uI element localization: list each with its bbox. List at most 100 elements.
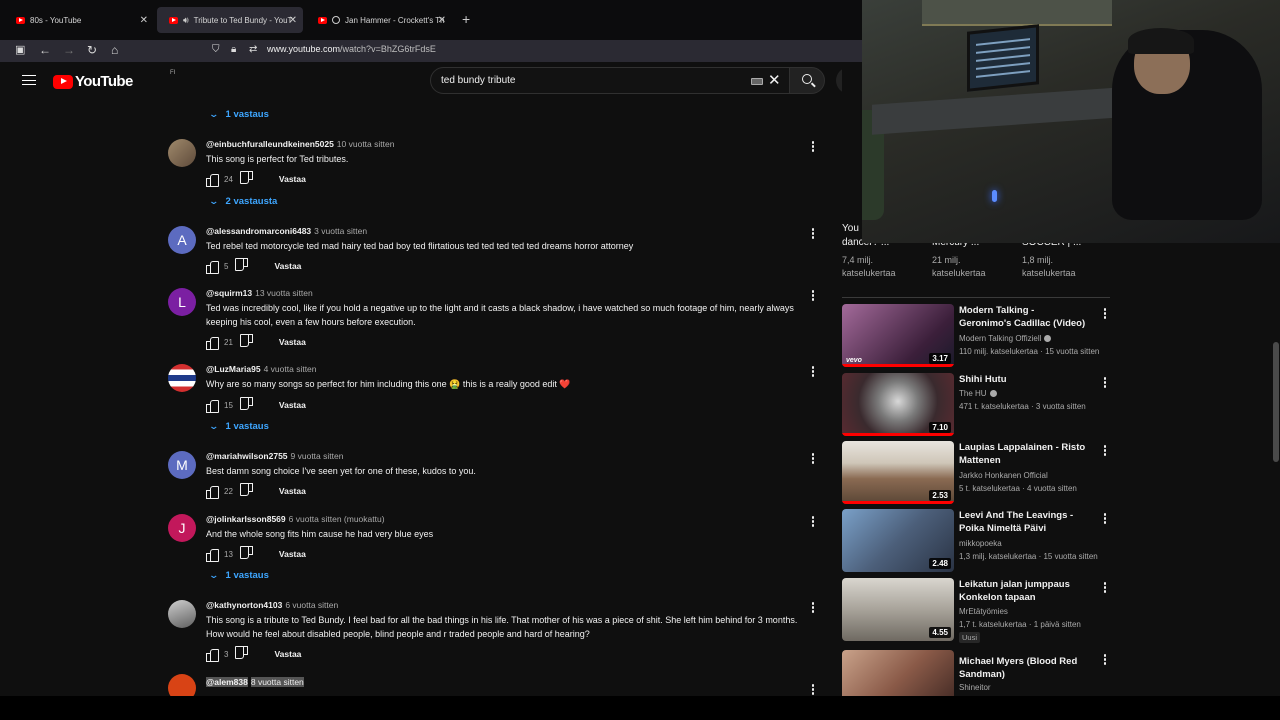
video-thumbnail[interactable]: vevo 3.17: [842, 304, 954, 367]
more-options-icon[interactable]: [808, 290, 818, 304]
avatar[interactable]: J: [168, 514, 196, 542]
more-options-icon[interactable]: [1100, 582, 1110, 596]
like-icon[interactable]: [206, 485, 219, 499]
like-icon[interactable]: [206, 399, 219, 413]
like-icon[interactable]: [206, 173, 219, 187]
more-options-icon[interactable]: [808, 684, 818, 696]
dislike-icon[interactable]: [241, 173, 253, 185]
video-title[interactable]: Leikatun jalan jumppaus Konkelon tapaan: [959, 578, 1087, 604]
more-options-icon[interactable]: [808, 228, 818, 242]
channel-name[interactable]: MrEtätyömies: [959, 607, 1008, 616]
like-icon[interactable]: [206, 648, 219, 662]
avatar[interactable]: [168, 139, 196, 167]
comment-time[interactable]: 4 vuotta sitten: [264, 364, 317, 374]
like-icon[interactable]: [206, 336, 219, 350]
reply-button[interactable]: Vastaa: [274, 649, 301, 659]
shield-icon[interactable]: ⛉: [212, 43, 220, 57]
dislike-icon[interactable]: [236, 648, 248, 660]
dislike-icon[interactable]: [241, 548, 253, 560]
forward-icon[interactable]: →: [63, 43, 75, 57]
more-options-icon[interactable]: [808, 602, 818, 616]
more-options-icon[interactable]: [808, 141, 818, 155]
reply-button[interactable]: Vastaa: [279, 549, 306, 559]
speaker-icon[interactable]: 🔊︎: [183, 15, 189, 26]
dislike-icon[interactable]: [241, 336, 253, 348]
youtube-logo[interactable]: YouTube FI: [53, 70, 175, 90]
comment-time[interactable]: 6 vuotta sitten (muokattu): [289, 514, 385, 524]
close-tab-icon[interactable]: ✕: [289, 15, 297, 26]
more-options-icon[interactable]: [1100, 513, 1110, 527]
dislike-icon[interactable]: [241, 485, 253, 497]
comment-author[interactable]: @squirm13: [206, 288, 252, 298]
video-title[interactable]: Modern Talking - Geronimo's Cadillac (Vi…: [959, 304, 1087, 330]
avatar[interactable]: [168, 674, 196, 696]
video-title[interactable]: Michael Myers (Blood Red Sandman): [959, 655, 1087, 681]
clear-search-icon[interactable]: ✕: [768, 71, 781, 89]
url-bar[interactable]: www.youtube.com/watch?v=BhZG6trFdsE: [267, 44, 436, 54]
recommended-video[interactable]: Michael Myers (Blood Red Sandman) Shinei…: [842, 650, 1112, 696]
video-title[interactable]: Laupias Lappalainen - Risto Mattenen: [959, 441, 1087, 467]
more-options-icon[interactable]: [808, 366, 818, 380]
new-tab-icon[interactable]: +: [462, 12, 470, 26]
comment-time[interactable]: 13 vuotta sitten: [255, 288, 313, 298]
video-thumbnail[interactable]: 4.55: [842, 578, 954, 641]
video-thumbnail[interactable]: 2.53: [842, 441, 954, 504]
comment-author[interactable]: @alem838: [206, 677, 248, 687]
close-tab-icon[interactable]: ✕: [438, 15, 446, 26]
avatar[interactable]: M: [168, 451, 196, 479]
browser-tab-active[interactable]: 🔊︎ Tribute to Ted Bundy - YouT ✕: [157, 7, 303, 33]
menu-icon[interactable]: [22, 75, 36, 85]
show-replies-button[interactable]: ⌄ 2 vastausta: [208, 196, 277, 207]
browser-tab[interactable]: 80s - YouTube ✕: [4, 8, 154, 32]
show-replies-button[interactable]: ⌄ 1 vastaus: [208, 109, 268, 120]
show-replies-button[interactable]: ⌄ 1 vastaus: [208, 421, 268, 432]
video-thumbnail[interactable]: 7.10: [842, 373, 954, 436]
comment-author[interactable]: @LuzMaria95: [206, 364, 261, 374]
comment-time[interactable]: 3 vuotta sitten: [314, 226, 367, 236]
more-options-icon[interactable]: [1100, 308, 1110, 322]
avatar[interactable]: [168, 600, 196, 628]
recommended-video[interactable]: 2.53 Laupias Lappalainen - Risto Mattene…: [842, 441, 1112, 505]
like-icon[interactable]: [206, 548, 219, 562]
channel-name[interactable]: Shineitor: [959, 683, 991, 692]
comment-time[interactable]: 6 vuotta sitten: [285, 600, 338, 610]
sidebar-toggle-icon[interactable]: ▣: [15, 43, 25, 57]
back-icon[interactable]: ←: [39, 43, 51, 57]
more-options-icon[interactable]: [808, 453, 818, 467]
channel-name[interactable]: The HU: [959, 389, 997, 398]
comment-time[interactable]: 9 vuotta sitten: [291, 451, 344, 461]
video-title[interactable]: Shihi Hutu: [959, 373, 1087, 386]
show-replies-button[interactable]: ⌄ 1 vastaus: [208, 570, 268, 581]
comment-author[interactable]: @mariahwilson2755: [206, 451, 288, 461]
reply-button[interactable]: Vastaa: [279, 486, 306, 496]
comment-author[interactable]: @kathynorton4103: [206, 600, 282, 610]
reply-button[interactable]: Vastaa: [274, 261, 301, 271]
comment-time[interactable]: 10 vuotta sitten: [337, 139, 395, 149]
comment-author[interactable]: @jolinkarlsson8569: [206, 514, 286, 524]
recommended-video[interactable]: 7.10 Shihi Hutu The HU 471 t. katseluker…: [842, 373, 1112, 437]
more-options-icon[interactable]: [1100, 377, 1110, 391]
like-icon[interactable]: [206, 260, 219, 274]
home-icon[interactable]: ⌂: [111, 43, 118, 57]
reload-icon[interactable]: ↻: [87, 43, 97, 57]
comment-author[interactable]: @alessandromarconi6483: [206, 226, 311, 236]
video-title[interactable]: Leevi And The Leavings - Poika Nimeltä P…: [959, 509, 1087, 535]
reply-button[interactable]: Vastaa: [279, 400, 306, 410]
close-tab-icon[interactable]: ✕: [140, 15, 148, 26]
avatar[interactable]: L: [168, 288, 196, 316]
lock-icon[interactable]: 🔒︎: [231, 43, 236, 57]
comment-time[interactable]: 8 vuotta sitten: [250, 677, 304, 687]
more-options-icon[interactable]: [1100, 654, 1110, 668]
keyboard-icon[interactable]: [751, 78, 763, 85]
channel-name[interactable]: Modern Talking Offiziell: [959, 334, 1052, 343]
scrollbar[interactable]: [1273, 342, 1279, 462]
more-options-icon[interactable]: [1100, 445, 1110, 459]
dislike-icon[interactable]: [236, 260, 248, 272]
channel-name[interactable]: Jarkko Honkanen Official: [959, 471, 1048, 480]
dislike-icon[interactable]: [241, 399, 253, 411]
permissions-icon[interactable]: ⇄: [249, 43, 257, 57]
reply-button[interactable]: Vastaa: [279, 174, 306, 184]
reply-button[interactable]: Vastaa: [279, 337, 306, 347]
comment-author[interactable]: @einbuchfuralleundkeinen5025: [206, 139, 334, 149]
channel-name[interactable]: mikkopoeka: [959, 539, 1002, 548]
